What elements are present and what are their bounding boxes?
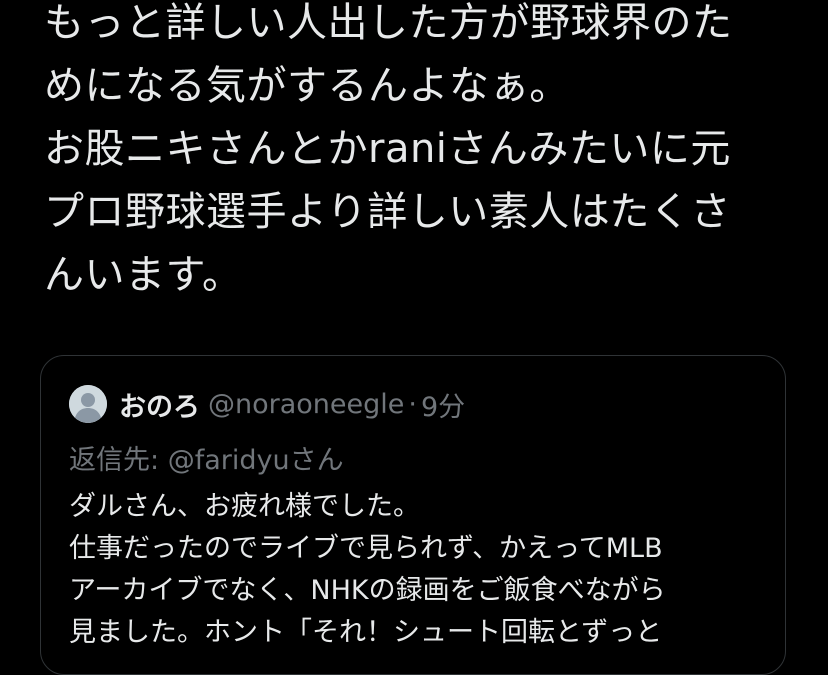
quoted-tweet-card[interactable]: おのろ @noraoneegle · 9分 返信先: @faridyuさん ダル…: [40, 355, 786, 675]
quoted-tweet-handle[interactable]: @noraoneegle: [208, 389, 404, 420]
quoted-tweet-text-line: アーカイブでなく、NHKの録画をご飯食べながら: [69, 575, 666, 606]
quoted-tweet-timestamp[interactable]: 9分: [421, 385, 465, 424]
reply-to-line: 返信先: @faridyuさん: [69, 438, 344, 477]
reply-to-suffix: さん: [289, 445, 344, 476]
tweet-text-line: もっと詳しい人出した方が野球界のた: [44, 0, 733, 46]
reply-to-mention[interactable]: @faridyu: [168, 445, 290, 476]
default-avatar-icon[interactable]: [69, 385, 107, 423]
tweet-text: もっと詳しい人出した方が野球界のた めになる気がするんよなぁ。 お股ニキさんとか…: [44, 0, 804, 307]
tweet-text-line: プロ野球選手より詳しい素人はたくさ: [44, 189, 731, 235]
quoted-tweet-header: おのろ @noraoneegle · 9分: [69, 384, 465, 424]
tweet-text-line: んいます。: [44, 252, 243, 298]
reply-to-label: 返信先:: [69, 445, 168, 476]
separator-dot: ·: [408, 388, 417, 420]
quoted-tweet-text-line: 見ました。ホント「それ！シュート回転とずっと: [69, 617, 663, 648]
quoted-tweet-display-name[interactable]: おのろ: [119, 385, 200, 424]
quoted-tweet-text-line: 仕事だったのでライブで見られず、かえってMLB: [69, 533, 663, 564]
tweet-text-line: めになる気がするんよなぁ。: [44, 63, 570, 109]
quoted-tweet-text: ダルさん、お疲れ様でした。 仕事だったのでライブで見られず、かえってMLB アー…: [69, 486, 769, 654]
tweet-text-line: お股ニキさんとかraniさんみたいに元: [44, 126, 731, 172]
quoted-tweet-text-line: ダルさん、お疲れ様でした。: [69, 491, 420, 522]
